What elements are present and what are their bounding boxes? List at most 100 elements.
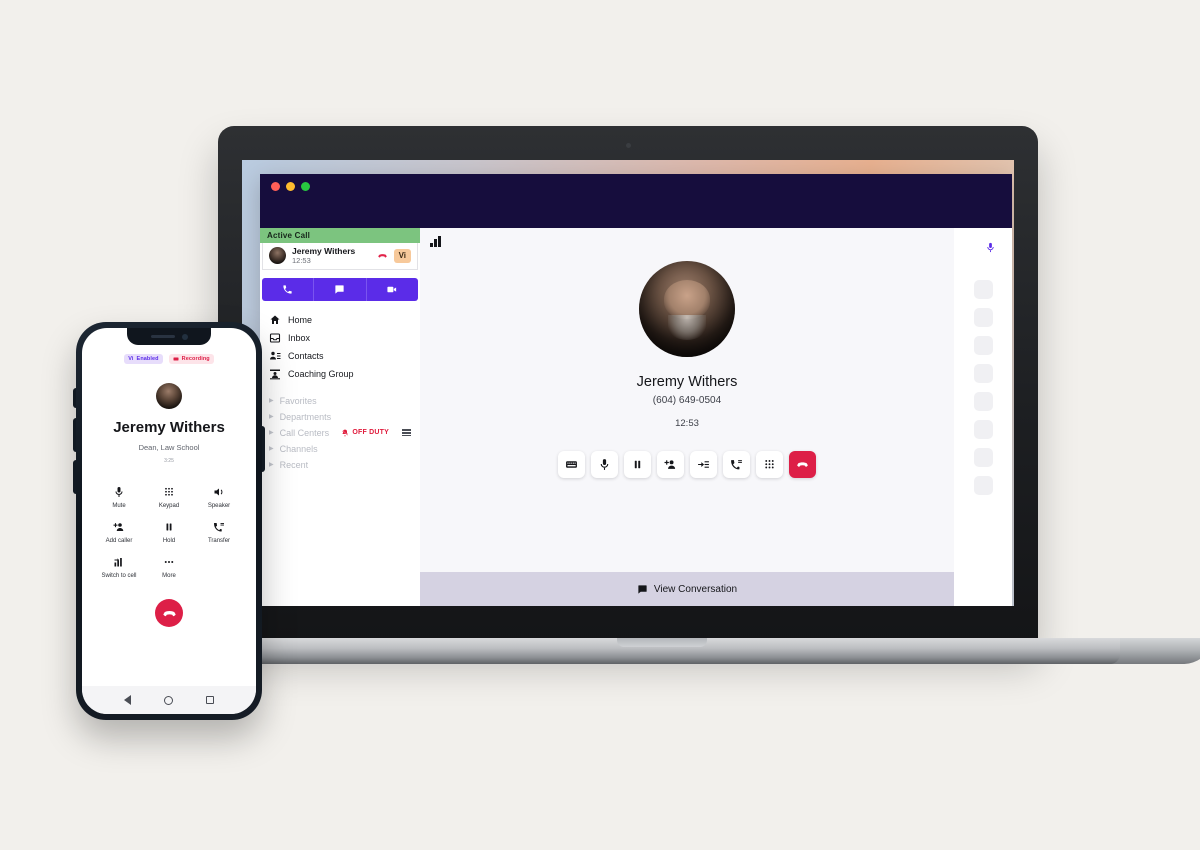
sidebar-group-label: Favorites	[279, 395, 317, 406]
avatar	[156, 383, 182, 409]
speaker-button[interactable]: Speaker	[194, 486, 244, 509]
vi-badge-prefix: Vi	[128, 356, 134, 362]
control-label: Keypad	[158, 503, 180, 509]
forward-button[interactable]	[723, 451, 750, 478]
call-details: Jeremy Withers (604) 649-0504 12:53	[420, 247, 954, 572]
switch-to-cell-button[interactable]: Switch to cell	[94, 556, 144, 579]
phone-forward-icon	[731, 460, 742, 470]
contact-role: Dean, Law School	[138, 443, 200, 452]
keyboard-button[interactable]	[558, 451, 585, 478]
sidebar-group-call-centers[interactable]: ▶ Call Centers OFF DUTY	[260, 425, 420, 441]
quick-action-bar	[262, 277, 418, 301]
recents-icon[interactable]	[205, 696, 214, 704]
add-caller-button[interactable]	[657, 451, 684, 478]
keyboard-icon	[566, 461, 577, 468]
phone-screen: Vi Enabled Recording Jeremy Withers Dean…	[82, 328, 256, 714]
laptop-device: Active Call Jeremy Withers 12:53 Vi Home…	[204, 126, 1200, 664]
rail-placeholder[interactable]	[973, 336, 993, 355]
rail-placeholder[interactable]	[973, 280, 993, 299]
avatar	[269, 247, 286, 265]
chevron-right-icon: ▶	[269, 430, 274, 437]
add-person-icon	[113, 523, 124, 531]
sidebar-item-coaching-group[interactable]: Coaching Group	[260, 365, 420, 383]
active-call-header: Active Call	[260, 228, 420, 243]
rail-placeholder[interactable]	[973, 420, 993, 439]
bell-off-icon	[342, 429, 349, 437]
phone-volume-down-button	[73, 460, 76, 494]
status-badge-label: OFF DUTY	[352, 429, 389, 437]
sidebar-item-contacts[interactable]: Contacts	[260, 347, 420, 365]
back-icon[interactable]	[124, 695, 132, 705]
video-button[interactable]	[367, 278, 418, 301]
avatar	[639, 261, 735, 357]
rail-placeholder[interactable]	[973, 476, 993, 495]
menu-icon[interactable]	[402, 429, 411, 437]
more-icon	[164, 561, 174, 563]
phone-mute-switch	[73, 388, 76, 408]
hold-button[interactable]: Hold	[144, 521, 194, 544]
app-window: Active Call Jeremy Withers 12:53 Vi Home…	[260, 174, 1012, 606]
rail-placeholder[interactable]	[973, 448, 993, 467]
mute-button[interactable]	[591, 451, 618, 478]
vi-badge-label: Enabled	[136, 356, 159, 362]
phone-number: (604) 649-0504	[652, 395, 722, 406]
mute-button[interactable]: Mute	[94, 486, 144, 509]
phone-body: Vi Enabled Recording Jeremy Withers Dean…	[73, 322, 265, 720]
rail-placeholder[interactable]	[973, 308, 993, 327]
signal-bars-icon	[430, 236, 441, 247]
phone-call-controls: Mute Keypad Speaker Add caller Hold Tran…	[94, 486, 244, 579]
sidebar-item-home[interactable]: Home	[260, 311, 420, 329]
sidebar-group-label: Recent	[279, 459, 309, 470]
end-call-button[interactable]	[155, 599, 183, 627]
add-caller-button[interactable]: Add caller	[94, 521, 144, 544]
vi-badge[interactable]: Vi	[393, 248, 411, 263]
contact-name: Jeremy Withers	[113, 419, 225, 436]
minimize-icon[interactable]	[286, 182, 295, 191]
recording-badge: Recording	[168, 354, 214, 364]
maximize-icon[interactable]	[301, 182, 310, 191]
pause-icon	[634, 460, 641, 469]
view-conversation-label: View Conversation	[653, 583, 738, 595]
sidebar-group-channels[interactable]: ▶ Channels	[260, 441, 420, 457]
sidebar-group-departments[interactable]: ▶ Departments	[260, 409, 420, 425]
call-controls	[558, 451, 816, 478]
front-camera-icon	[181, 333, 188, 340]
control-label: Add caller	[105, 538, 133, 544]
more-button[interactable]: More	[144, 556, 194, 579]
contacts-icon	[270, 351, 281, 360]
keypad-button[interactable]	[756, 451, 783, 478]
call-card-duration: 12:53	[292, 255, 311, 265]
message-button[interactable]	[314, 277, 367, 301]
transfer-button[interactable]	[690, 451, 717, 478]
hold-button[interactable]	[624, 451, 651, 478]
right-rail	[954, 228, 1012, 606]
hangup-icon[interactable]	[377, 250, 388, 261]
rail-placeholder[interactable]	[973, 364, 993, 383]
speaker-icon	[214, 488, 223, 496]
status-badge[interactable]: OFF DUTY	[341, 429, 389, 437]
microphone-icon[interactable]	[985, 240, 996, 258]
sidebar-item-inbox[interactable]: Inbox	[260, 329, 420, 347]
close-icon[interactable]	[271, 182, 280, 191]
sidebar-group-recent[interactable]: ▶ Recent	[260, 457, 420, 473]
traffic-lights[interactable]	[271, 182, 310, 191]
view-conversation-bar[interactable]: View Conversation	[420, 572, 954, 606]
scene: Active Call Jeremy Withers 12:53 Vi Home…	[0, 0, 1200, 850]
sidebar-item-label: Contacts	[288, 350, 324, 361]
end-call-button[interactable]	[789, 451, 816, 478]
control-label: Switch to cell	[101, 573, 137, 579]
call-button[interactable]	[262, 277, 315, 301]
call-timer: 12:53	[675, 418, 699, 429]
laptop-camera-icon	[625, 143, 631, 148]
sidebar-item-label: Coaching Group	[288, 368, 354, 379]
sidebar-group-favorites[interactable]: ▶ Favorites	[260, 393, 420, 409]
hangup-icon	[162, 610, 176, 616]
laptop-screen: Active Call Jeremy Withers 12:53 Vi Home…	[242, 160, 1014, 606]
rail-placeholder[interactable]	[973, 392, 993, 411]
active-call-card[interactable]: Jeremy Withers 12:53 Vi	[262, 243, 418, 270]
keypad-button[interactable]: Keypad	[144, 486, 194, 509]
transfer-button[interactable]: Transfer	[194, 521, 244, 544]
microphone-icon	[600, 459, 609, 470]
home-icon[interactable]	[163, 695, 173, 705]
record-icon	[173, 357, 179, 361]
